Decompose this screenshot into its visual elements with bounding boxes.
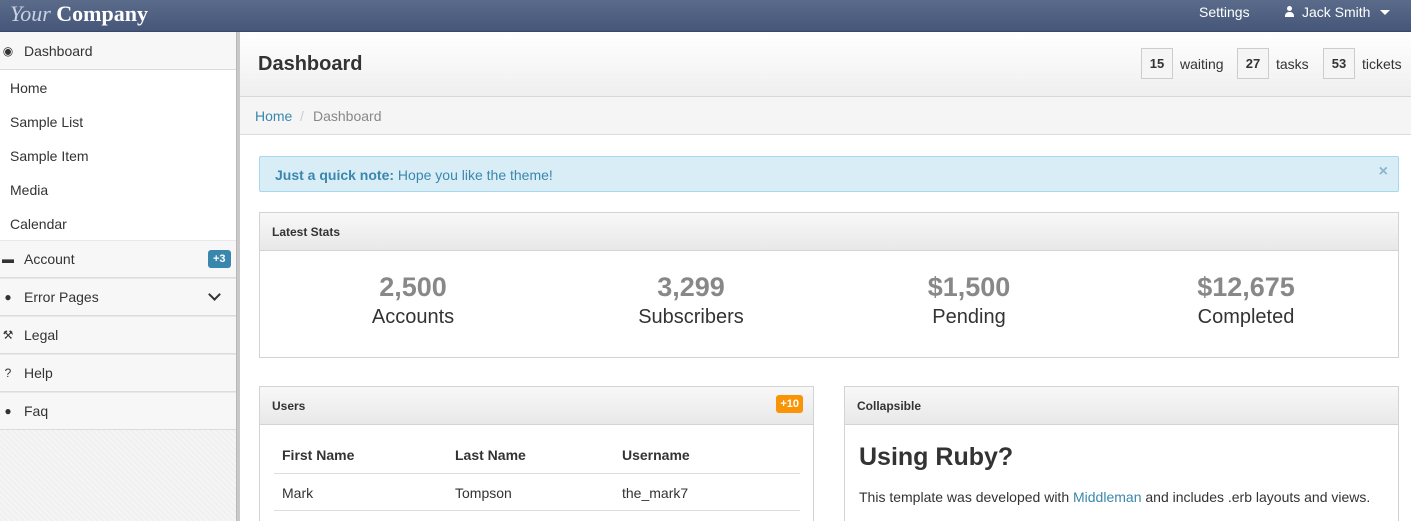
collapsible-heading: Using Ruby? (859, 443, 1014, 471)
page-title: Dashboard (258, 53, 363, 75)
sidebar-item-dashboard[interactable]: ◉ Dashboard (0, 32, 236, 70)
gavel-icon: ⚒ (2, 328, 14, 342)
account-badge: +3 (208, 250, 231, 268)
alert-strong: Just a quick note: (275, 167, 395, 183)
breadcrumb: Home / Dashboard (240, 97, 1411, 135)
sidebar: ◉ Dashboard Home Sample List Sample Item… (0, 32, 236, 521)
sidebar-subitem-calendar[interactable]: Calendar (10, 216, 67, 232)
stat-label: Subscribers (638, 306, 744, 328)
row-divider (274, 510, 800, 511)
sidebar-subitem-home[interactable]: Home (10, 80, 47, 96)
stat-value: $1,500 (927, 272, 1011, 302)
page-header: Dashboard 15 waiting 27 tasks 53 tickets (240, 32, 1411, 97)
collapsible-text: This template was developed with Middlem… (859, 489, 1370, 505)
sidebar-subitem-sample-list[interactable]: Sample List (10, 114, 83, 130)
stat-subscribers: 3,299 Subscribers (561, 271, 821, 331)
breadcrumb-home[interactable]: Home (255, 108, 292, 124)
users-panel: Users +10 First Name Last Name Username … (259, 386, 814, 521)
stat-completed: $12,675 Completed (1116, 271, 1376, 331)
stat-label: Completed (1197, 306, 1295, 328)
info-alert: Just a quick note: Hope you like the the… (259, 156, 1399, 192)
caret-down-icon (1380, 9, 1391, 15)
tickets-count[interactable]: 53 (1323, 48, 1355, 79)
middleman-link[interactable]: Middleman (1073, 489, 1141, 505)
question-icon: ? (4, 366, 12, 380)
row-divider (274, 473, 800, 474)
tickets-label: tickets (1362, 56, 1402, 72)
alert-message: Just a quick note: Hope you like the the… (275, 167, 553, 183)
panel-header: Latest Stats (260, 213, 1398, 251)
stat-value: 3,299 (657, 272, 725, 302)
top-navbar: Your Company Settings Jack Smith (0, 0, 1411, 32)
tasks-count[interactable]: 27 (1237, 48, 1269, 79)
sidebar-subitem-media[interactable]: Media (10, 182, 48, 198)
sidebar-item-label: Error Pages (24, 289, 99, 305)
sidebar-item-label: Legal (24, 327, 59, 343)
waiting-label: waiting (1180, 56, 1224, 72)
sidebar-item-label: Help (24, 365, 53, 381)
stat-value: $12,675 (1197, 272, 1295, 302)
settings-link[interactable]: Settings (1199, 3, 1250, 21)
exclamation-icon: ● (4, 290, 12, 304)
brand-company: Company (56, 1, 148, 26)
comment-icon: ● (4, 404, 12, 418)
user-name: Jack Smith (1302, 4, 1371, 20)
panel-title: Collapsible (857, 399, 922, 413)
breadcrumb-separator: / (300, 108, 304, 124)
tasks-label: tasks (1276, 56, 1309, 72)
close-icon[interactable]: × (1379, 163, 1388, 181)
briefcase-icon: ▬ (2, 252, 14, 266)
sidebar-item-label: Account (24, 251, 75, 267)
panel-header[interactable]: Collapsible (845, 387, 1398, 425)
dashboard-submenu: Home Sample List Sample Item Media Calen… (0, 70, 236, 240)
column-header-last-name[interactable]: Last Name (455, 447, 526, 463)
panel-header: Users +10 (260, 387, 813, 425)
stat-label: Accounts (371, 306, 455, 328)
stat-value: 2,500 (379, 272, 447, 302)
stat-accounts: 2,500 Accounts (283, 271, 543, 331)
waiting-count[interactable]: 15 (1141, 48, 1173, 79)
sidebar-item-faq[interactable]: ● Faq (0, 392, 236, 430)
sidebar-item-account[interactable]: ▬ Account +3 (0, 240, 236, 278)
user-menu[interactable]: Jack Smith (1284, 3, 1391, 21)
collapsible-panel: Collapsible Using Ruby? This template wa… (844, 386, 1399, 521)
alert-text: Hope you like the theme! (394, 167, 553, 183)
chevron-down-icon (208, 288, 221, 301)
sidebar-item-label: Dashboard (24, 42, 93, 59)
sidebar-item-legal[interactable]: ⚒ Legal (0, 316, 236, 354)
panel-title: Latest Stats (272, 225, 341, 239)
stat-pending: $1,500 Pending (839, 271, 1099, 331)
sidebar-subitem-sample-item[interactable]: Sample Item (10, 148, 89, 164)
text-after: and includes .erb layouts and views. (1141, 489, 1371, 505)
stat-label: Pending (932, 306, 1006, 328)
column-header-first-name[interactable]: First Name (282, 447, 354, 463)
dashboard-icon: ◉ (2, 43, 14, 58)
cell-first-name: Mark (282, 485, 314, 501)
sidebar-item-error-pages[interactable]: ● Error Pages (0, 278, 236, 316)
panel-title: Users (272, 399, 306, 413)
sidebar-item-help[interactable]: ? Help (0, 354, 236, 392)
text-before: This template was developed with (859, 489, 1073, 505)
breadcrumb-current: Dashboard (313, 108, 382, 124)
latest-stats-panel: Latest Stats 2,500 Accounts 3,299 Subscr… (259, 212, 1399, 358)
users-badge: +10 (776, 395, 803, 413)
brand-your: Your (10, 1, 51, 26)
cell-username: the_mark7 (622, 485, 689, 501)
column-header-username[interactable]: Username (622, 447, 690, 463)
cell-last-name: Tompson (455, 485, 512, 501)
user-icon (1284, 6, 1295, 18)
brand-logo[interactable]: Your Company (10, 1, 148, 27)
sidebar-item-label: Faq (24, 403, 49, 419)
